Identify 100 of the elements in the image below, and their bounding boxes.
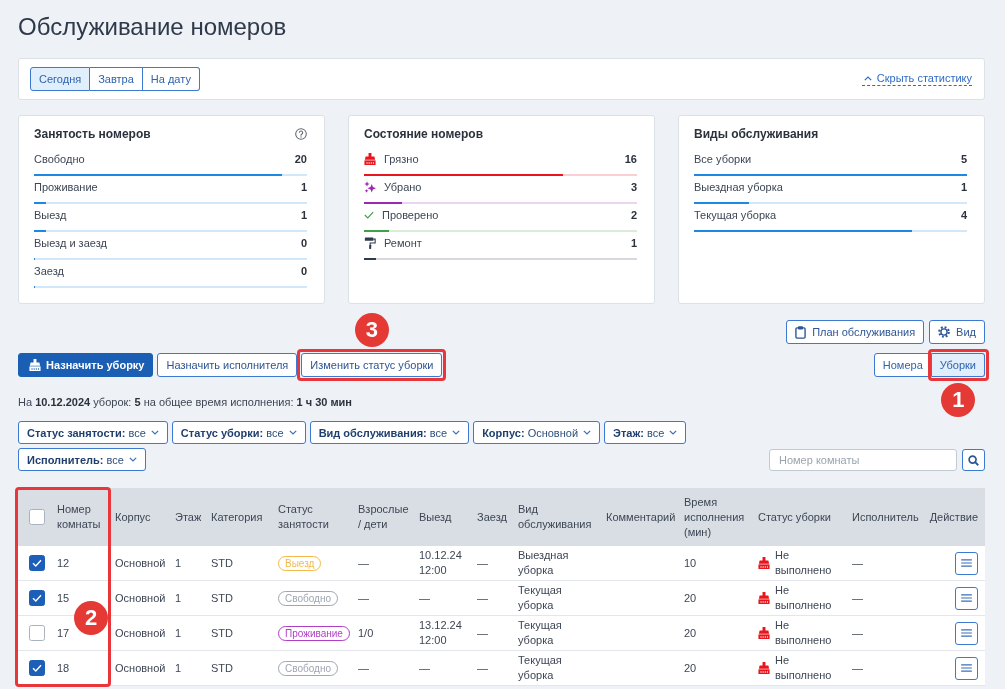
hide-stats-link[interactable]: Скрыть статистику bbox=[861, 72, 972, 86]
menu-icon bbox=[961, 664, 972, 672]
cleaning-status: Не выполнено bbox=[775, 653, 833, 683]
brush-icon bbox=[758, 662, 770, 674]
stat-value: 1 bbox=[300, 181, 307, 193]
chevron-down-icon bbox=[150, 430, 159, 435]
cleaning-status: Не выполнено bbox=[775, 618, 833, 648]
checkbox[interactable] bbox=[29, 555, 45, 571]
brush-icon bbox=[758, 592, 770, 604]
step-marker: 3 bbox=[354, 313, 389, 347]
search-button[interactable] bbox=[962, 449, 985, 471]
step-marker: 1 bbox=[941, 383, 976, 417]
column-header: Этаж bbox=[170, 488, 206, 546]
checkbox[interactable] bbox=[29, 660, 45, 676]
table-cell: 20 bbox=[679, 615, 753, 651]
action-button[interactable]: Изменить статус уборки bbox=[301, 353, 443, 377]
stat-value: 2 bbox=[630, 209, 637, 221]
stat-label: Проживание bbox=[34, 181, 98, 193]
menu-icon bbox=[961, 629, 972, 637]
chevron-down-icon bbox=[128, 457, 137, 462]
column-header: Исполнитель bbox=[847, 488, 923, 546]
chevron-down-icon bbox=[583, 430, 592, 435]
stat-label: Проверено bbox=[382, 209, 439, 221]
column-header: Вид обслуживания bbox=[513, 488, 601, 546]
menu-icon bbox=[961, 559, 972, 567]
view-button[interactable]: Вид bbox=[929, 320, 985, 344]
table-cell: 1 bbox=[170, 615, 206, 651]
row-menu-button[interactable] bbox=[955, 621, 978, 645]
table-cell: Выездная уборка bbox=[513, 546, 601, 581]
plan-button[interactable]: План обслуживания bbox=[786, 320, 925, 344]
room-search-field[interactable]: Номер комнаты bbox=[769, 449, 957, 471]
gear-icon bbox=[938, 326, 951, 338]
date-tab[interactable]: Сегодня bbox=[30, 67, 91, 91]
row-menu-button[interactable] bbox=[955, 656, 978, 680]
column-header: Статус уборки bbox=[753, 488, 847, 546]
filter-dropdown[interactable]: Исполнитель: все bbox=[18, 448, 146, 471]
filter-dropdown[interactable]: Этаж: все bbox=[604, 421, 687, 444]
chevron-up-icon bbox=[863, 75, 872, 81]
brush-icon bbox=[758, 557, 770, 569]
stat-value: 20 bbox=[294, 153, 307, 165]
table-cell: — bbox=[472, 580, 513, 616]
table-cell: 1 bbox=[170, 650, 206, 686]
cleaning-status: Не выполнено bbox=[775, 548, 833, 578]
date-tab[interactable]: Завтра bbox=[90, 67, 143, 91]
table-cell: Основной bbox=[110, 580, 170, 616]
stat-label: Выезд и заезд bbox=[34, 237, 107, 249]
table-cell: 20 bbox=[679, 580, 753, 616]
table-cell: 20 bbox=[679, 650, 753, 686]
stat-value: 3 bbox=[630, 181, 637, 193]
column-header: Взрослые / дети bbox=[353, 488, 414, 546]
occupancy-tag: Выезд bbox=[278, 555, 322, 571]
stat-label: Свободно bbox=[34, 153, 85, 165]
checkbox[interactable] bbox=[29, 590, 45, 606]
card-title: Занятость номеров bbox=[34, 127, 151, 141]
filter-dropdown[interactable]: Статус занятости: все bbox=[18, 421, 168, 444]
chevron-down-icon bbox=[669, 430, 678, 435]
card-title: Состояние номеров bbox=[364, 127, 484, 141]
column-header: Корпус bbox=[110, 488, 170, 546]
summary-text: На 10.12.2024 уборок: 5 на общее время исполнения: 1 ч 30 мин bbox=[18, 395, 352, 409]
checkbox[interactable] bbox=[29, 625, 45, 641]
table-cell: Основной bbox=[110, 650, 170, 686]
stat-label: Выездная уборка bbox=[694, 181, 783, 193]
sparkles-icon bbox=[364, 181, 376, 193]
table-cell: Текущая уборка bbox=[513, 650, 601, 686]
check-icon bbox=[364, 211, 374, 219]
table-cell: — bbox=[472, 615, 513, 651]
table-cell: 13.12.24 12:00 bbox=[414, 615, 472, 651]
row-menu-button[interactable] bbox=[955, 586, 978, 610]
table-cell: — bbox=[472, 650, 513, 686]
filter-dropdown[interactable]: Вид обслуживания: все bbox=[309, 421, 470, 444]
table-cell: — bbox=[353, 580, 414, 616]
filter-dropdown[interactable]: Статус уборки: все bbox=[171, 421, 306, 444]
filter-dropdown[interactable]: Корпус: Основной bbox=[473, 421, 601, 444]
stat-value: 0 bbox=[300, 237, 307, 249]
action-button[interactable]: Назначить исполнителя bbox=[157, 353, 298, 377]
stat-value: 5 bbox=[960, 153, 967, 165]
table-cell: Основной bbox=[110, 546, 170, 581]
table-cell: 12 bbox=[52, 546, 110, 581]
brush-icon bbox=[364, 153, 376, 165]
table-cell: — bbox=[847, 650, 923, 686]
stat-label: Все уборки bbox=[694, 153, 752, 165]
table-cell: — bbox=[472, 546, 513, 581]
table-cell: 1 bbox=[170, 546, 206, 581]
date-tab[interactable]: На дату bbox=[142, 67, 200, 91]
action-button[interactable]: Назначить уборку bbox=[18, 353, 154, 377]
table-cell: STD bbox=[206, 580, 273, 616]
view-tab[interactable]: Уборки bbox=[931, 353, 985, 377]
table-cell: — bbox=[353, 546, 414, 581]
stat-value: 1 bbox=[630, 237, 637, 249]
stat-label: Убрано bbox=[384, 181, 422, 193]
help-icon[interactable] bbox=[295, 128, 307, 140]
occupancy-tag: Проживание bbox=[278, 625, 350, 641]
view-tab[interactable]: Номера bbox=[873, 353, 932, 377]
checkbox[interactable] bbox=[29, 509, 45, 525]
table-cell: 1/0 bbox=[353, 615, 414, 651]
table-cell: 10.12.24 12:00 bbox=[414, 546, 472, 581]
column-header: Категория bbox=[206, 488, 273, 546]
stat-value: 0 bbox=[300, 265, 307, 277]
row-menu-button[interactable] bbox=[955, 551, 978, 575]
stat-label: Заезд bbox=[34, 265, 64, 277]
